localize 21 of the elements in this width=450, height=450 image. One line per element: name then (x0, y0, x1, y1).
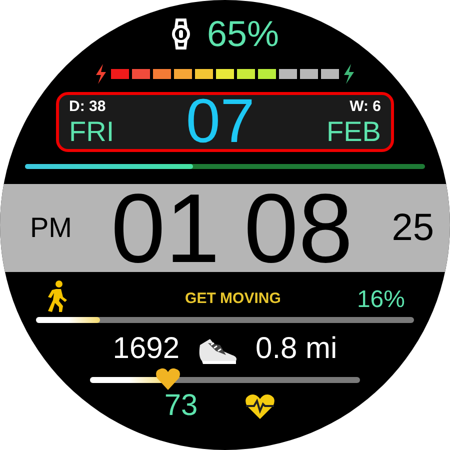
week-number: W: 6 (350, 98, 381, 114)
day-of-year: D: 38 (69, 98, 106, 114)
step-count: 1692 (112, 334, 180, 364)
lightning-icon (94, 64, 108, 84)
walking-person-icon (45, 280, 69, 312)
seconds: 25 (392, 209, 434, 247)
distance: 0.8 mi (256, 334, 338, 364)
weekday: FRI (69, 118, 114, 146)
activity-percentage: 16% (356, 288, 405, 312)
heart-icon (155, 367, 182, 391)
month: FEB (326, 118, 381, 146)
lightning-icon (342, 64, 356, 84)
watch-icon (170, 18, 191, 50)
am-pm-indicator: PM (30, 214, 72, 242)
hours: 01 (110, 179, 220, 277)
heart-rate-value: 73 (164, 391, 198, 421)
minutes: 08 (244, 179, 353, 277)
battery-percentage: 65% (206, 16, 280, 52)
day-number: 07 (186, 91, 255, 153)
activity-label: GET MOVING (185, 291, 281, 306)
heartbeat-icon (244, 392, 276, 420)
